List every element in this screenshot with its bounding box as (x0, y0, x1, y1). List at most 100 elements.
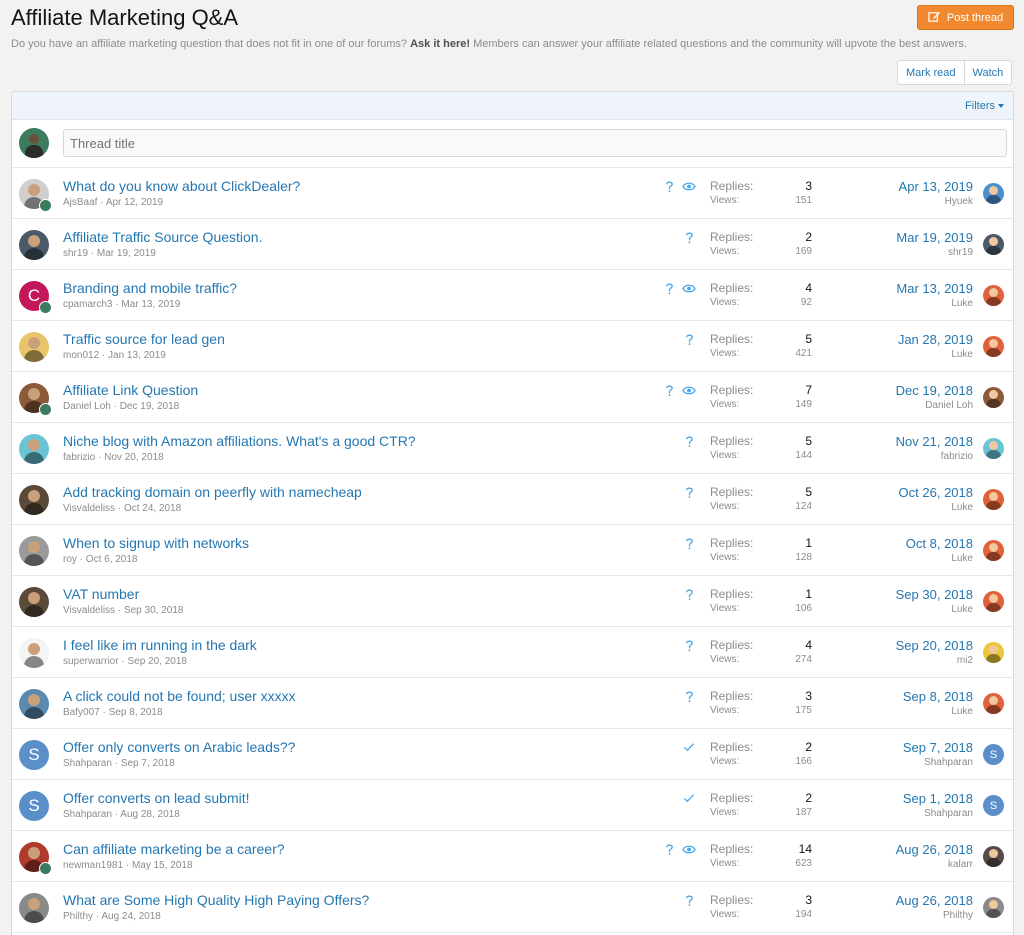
last-poster[interactable]: Shahparan (852, 757, 973, 768)
thread-start-date[interactable]: Dec 19, 2018 (120, 401, 180, 412)
last-post-date[interactable]: Dec 19, 2018 (852, 383, 973, 398)
author-link[interactable]: Philthy (63, 911, 93, 922)
last-poster-avatar[interactable] (983, 387, 1004, 408)
author-avatar[interactable] (19, 638, 49, 668)
thread-title-link[interactable]: A click could not be found; user xxxxx (63, 688, 296, 704)
author-avatar[interactable]: S (19, 791, 49, 821)
thread-title-link[interactable]: Offer converts on lead submit! (63, 790, 250, 806)
author-link[interactable]: cpamarch3 (63, 299, 112, 310)
last-poster-avatar[interactable]: S (983, 744, 1004, 765)
thread-start-date[interactable]: Apr 12, 2019 (106, 197, 163, 208)
thread-row[interactable]: C Branding and mobile traffic? cpamarch3 ·… (12, 270, 1013, 321)
last-post-date[interactable]: Sep 30, 2018 (852, 587, 973, 602)
thread-start-date[interactable]: Mar 19, 2019 (97, 248, 156, 259)
last-post-date[interactable]: Sep 7, 2018 (852, 740, 973, 755)
last-poster-avatar[interactable] (983, 846, 1004, 867)
thread-row[interactable]: S Offer converts on lead submit! Shahparan… (12, 780, 1013, 831)
thread-title-link[interactable]: When to signup with networks (63, 535, 249, 551)
thread-start-date[interactable]: Nov 20, 2018 (104, 452, 164, 463)
last-post-date[interactable]: Sep 8, 2018 (852, 689, 973, 704)
thread-row[interactable]: When to signup with networks roy · Oct 6,… (12, 525, 1013, 576)
last-poster-avatar[interactable] (983, 438, 1004, 459)
thread-start-date[interactable]: Aug 24, 2018 (101, 911, 161, 922)
last-post-date[interactable]: Sep 1, 2018 (852, 791, 973, 806)
last-poster[interactable]: Daniel Loh (852, 400, 973, 411)
author-link[interactable]: mon012 (63, 350, 99, 361)
last-poster[interactable]: mi2 (852, 655, 973, 666)
last-post-date[interactable]: Mar 13, 2019 (852, 281, 973, 296)
watch-button[interactable]: Watch (963, 61, 1012, 84)
thread-start-date[interactable]: Sep 20, 2018 (127, 656, 187, 667)
thread-start-date[interactable]: Oct 24, 2018 (124, 503, 181, 514)
ask-it-here-link[interactable]: Ask it here! (410, 38, 470, 50)
thread-row[interactable]: Add tracking domain on peerfly with name… (12, 474, 1013, 525)
author-link[interactable]: newman1981 (63, 860, 123, 871)
author-avatar[interactable] (19, 230, 49, 260)
author-link[interactable]: Bafy007 (63, 707, 100, 718)
last-poster-avatar[interactable] (983, 285, 1004, 306)
author-link[interactable]: Visvaldeliss (63, 605, 115, 616)
last-post-date[interactable]: Mar 19, 2019 (852, 230, 973, 245)
thread-title-link[interactable]: Offer only converts on Arabic leads?? (63, 739, 295, 755)
thread-title-link[interactable]: I feel like im running in the dark (63, 637, 257, 653)
thread-title-link[interactable]: Affiliate Traffic Source Question. (63, 229, 262, 245)
last-poster[interactable]: Hyuek (852, 196, 973, 207)
thread-title-input[interactable] (63, 129, 1007, 157)
last-poster[interactable]: shr19 (852, 247, 973, 258)
last-poster-avatar[interactable] (983, 234, 1004, 255)
last-poster-avatar[interactable] (983, 591, 1004, 612)
last-poster-avatar[interactable] (983, 183, 1004, 204)
author-avatar[interactable] (19, 689, 49, 719)
thread-title-link[interactable]: What are Some High Quality High Paying O… (63, 892, 369, 908)
last-poster-avatar[interactable] (983, 336, 1004, 357)
last-poster-avatar[interactable] (983, 489, 1004, 510)
author-avatar[interactable] (19, 893, 49, 923)
filters-menu[interactable]: Filters (965, 100, 1004, 112)
last-poster-avatar[interactable]: S (983, 795, 1004, 816)
last-poster[interactable]: Luke (852, 298, 973, 309)
author-link[interactable]: AjsBaaf (63, 197, 97, 208)
thread-start-date[interactable]: Oct 6, 2018 (86, 554, 138, 565)
thread-row[interactable]: VAT number Visvaldeliss · Sep 30, 2018 Rep… (12, 576, 1013, 627)
thread-start-date[interactable]: Sep 8, 2018 (109, 707, 163, 718)
last-poster[interactable]: Luke (852, 349, 973, 360)
thread-title-link[interactable]: Traffic source for lead gen (63, 331, 225, 347)
author-link[interactable]: Shahparan (63, 809, 112, 820)
last-poster[interactable]: kalarr (852, 859, 973, 870)
thread-start-date[interactable]: Sep 30, 2018 (124, 605, 184, 616)
last-poster-avatar[interactable] (983, 693, 1004, 714)
thread-title-link[interactable]: Can affiliate marketing be a career? (63, 841, 285, 857)
author-avatar[interactable]: S (19, 740, 49, 770)
thread-row[interactable]: I feel like im running in the dark superw… (12, 627, 1013, 678)
thread-row[interactable]: A click could not be found; user xxxxx Ba… (12, 678, 1013, 729)
thread-title-link[interactable]: Affiliate Link Question (63, 382, 198, 398)
last-poster[interactable]: Luke (852, 553, 973, 564)
thread-row[interactable]: Affiliate Traffic Source Question. shr19 … (12, 219, 1013, 270)
author-link[interactable]: Visvaldeliss (63, 503, 115, 514)
last-poster[interactable]: Luke (852, 502, 973, 513)
thread-start-date[interactable]: Jan 13, 2019 (108, 350, 166, 361)
mark-read-button[interactable]: Mark read (898, 61, 964, 84)
post-thread-button[interactable]: Post thread (917, 5, 1014, 30)
last-poster[interactable]: Luke (852, 706, 973, 717)
thread-row[interactable]: Affiliate Link Question Daniel Loh · Dec … (12, 372, 1013, 423)
author-avatar[interactable] (19, 587, 49, 617)
last-poster[interactable]: fabrizio (852, 451, 973, 462)
thread-title-link[interactable]: VAT number (63, 586, 139, 602)
thread-row[interactable]: S Offer only converts on Arabic leads?? Sh… (12, 729, 1013, 780)
last-post-date[interactable]: Sep 20, 2018 (852, 638, 973, 653)
author-link[interactable]: superwarrior (63, 656, 119, 667)
thread-row[interactable]: Can affiliate marketing be a career? newm… (12, 831, 1013, 882)
thread-title-link[interactable]: Niche blog with Amazon affiliations. Wha… (63, 433, 416, 449)
author-link[interactable]: Daniel Loh (63, 401, 111, 412)
thread-title-link[interactable]: What do you know about ClickDealer? (63, 178, 300, 194)
thread-start-date[interactable]: Mar 13, 2019 (121, 299, 180, 310)
author-link[interactable]: Shahparan (63, 758, 112, 769)
thread-title-link[interactable]: Branding and mobile traffic? (63, 280, 237, 296)
thread-row[interactable]: What do you know about ClickDealer? AjsBa… (12, 168, 1013, 219)
last-poster[interactable]: Philthy (852, 910, 973, 921)
last-post-date[interactable]: Oct 26, 2018 (852, 485, 973, 500)
author-avatar[interactable] (19, 536, 49, 566)
author-link[interactable]: roy (63, 554, 77, 565)
last-post-date[interactable]: Apr 13, 2019 (852, 179, 973, 194)
